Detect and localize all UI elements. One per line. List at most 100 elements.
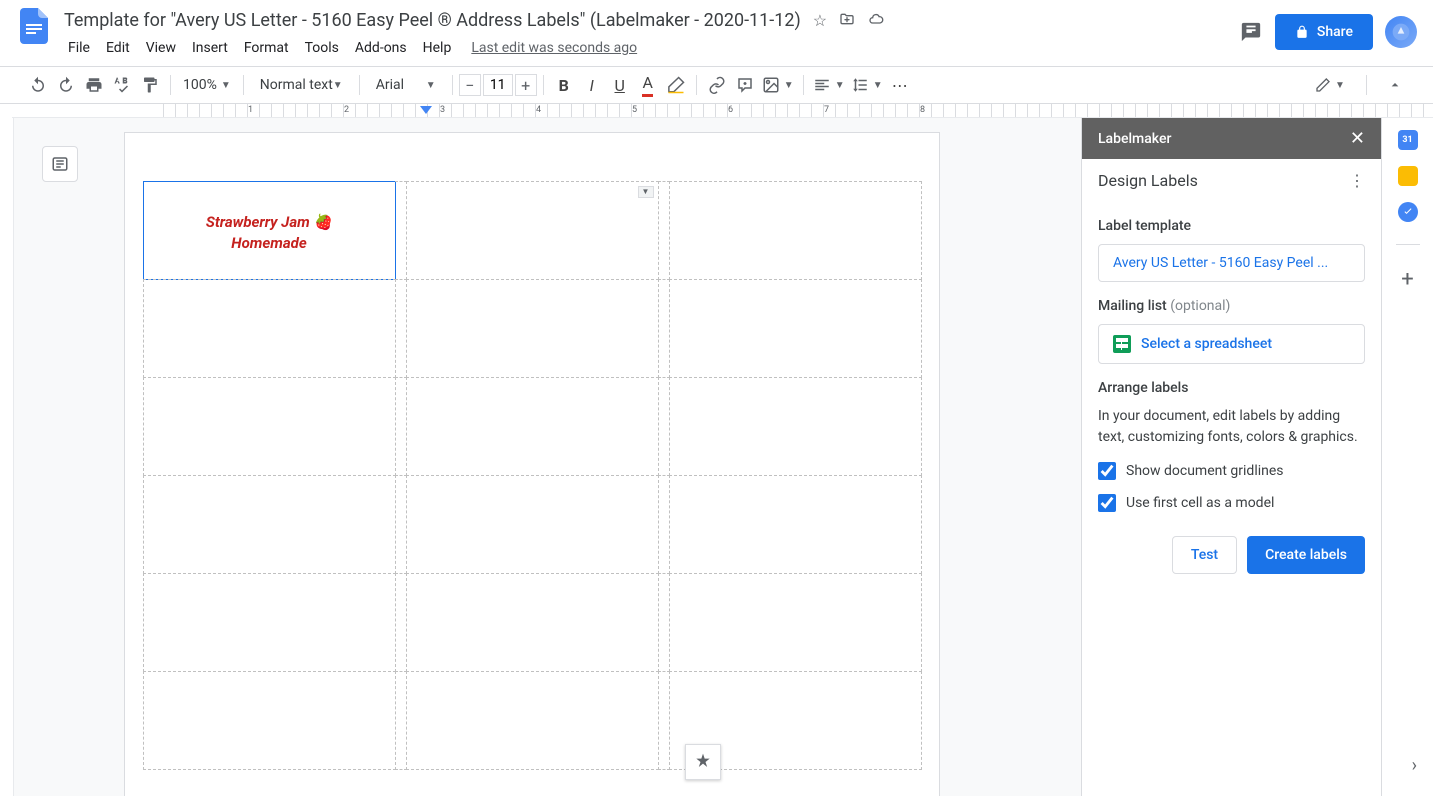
spellcheck-button[interactable]	[110, 73, 134, 97]
close-icon[interactable]: ✕	[1350, 128, 1365, 149]
label-cell[interactable]: ▼	[406, 181, 659, 280]
font-size-decrease[interactable]: −	[459, 74, 481, 96]
explore-button[interactable]	[685, 744, 721, 780]
menu-tools[interactable]: Tools	[297, 36, 347, 60]
label-text[interactable]: Strawberry Jam 🍓 Homemade	[144, 182, 395, 284]
italic-button[interactable]: I	[580, 73, 604, 97]
collapse-button[interactable]	[1383, 73, 1407, 97]
menu-addons[interactable]: Add-ons	[347, 36, 415, 60]
label-cell[interactable]	[669, 377, 922, 476]
tasks-icon[interactable]	[1398, 202, 1418, 222]
side-panel: 31 + ›	[1381, 118, 1433, 796]
label-cell[interactable]	[143, 573, 396, 672]
font-size-increase[interactable]: +	[515, 74, 537, 96]
paint-format-button[interactable]	[138, 73, 162, 97]
menu-edit[interactable]: Edit	[98, 36, 138, 60]
font-size-input[interactable]	[483, 74, 513, 96]
keep-icon[interactable]	[1398, 166, 1418, 186]
test-button[interactable]: Test	[1172, 536, 1237, 574]
label-cell[interactable]	[406, 279, 659, 378]
comment-button[interactable]	[733, 73, 757, 97]
template-section-label: Label template	[1098, 218, 1365, 234]
move-icon[interactable]	[839, 11, 855, 30]
menu-view[interactable]: View	[138, 36, 184, 60]
indent-marker-icon[interactable]	[420, 106, 432, 116]
menu-insert[interactable]: Insert	[184, 36, 236, 60]
editing-mode-button[interactable]: ▼	[1310, 73, 1350, 97]
line-spacing-button[interactable]: ▼	[850, 73, 884, 97]
first-cell-checkbox[interactable]	[1098, 494, 1116, 512]
image-button[interactable]: ▼	[761, 73, 795, 97]
share-label: Share	[1317, 24, 1353, 40]
label-cell[interactable]	[406, 671, 659, 770]
canvas[interactable]: Strawberry Jam 🍓 Homemade ▼	[14, 118, 1081, 796]
menu-file[interactable]: File	[60, 36, 98, 60]
link-button[interactable]	[705, 73, 729, 97]
horizontal-ruler[interactable]: 1 2 3 4 5 6 7 8	[12, 104, 1433, 118]
label-cell[interactable]	[143, 377, 396, 476]
label-cell[interactable]	[669, 573, 922, 672]
zoom-dropdown[interactable]: 100%▼	[177, 77, 237, 93]
more-button[interactable]: ⋯	[888, 73, 912, 97]
comments-icon[interactable]	[1239, 20, 1263, 44]
label-cell[interactable]	[669, 181, 922, 280]
undo-button[interactable]	[26, 73, 50, 97]
gridlines-label: Show document gridlines	[1126, 463, 1284, 479]
print-button[interactable]	[82, 73, 106, 97]
bold-button[interactable]: B	[552, 73, 576, 97]
labelmaker-sidebar: Labelmaker ✕ Design Labels ⋮ Label templ…	[1081, 118, 1381, 796]
document-page[interactable]: Strawberry Jam 🍓 Homemade ▼	[124, 132, 940, 796]
toolbar: 100%▼ Normal text▼ Arial▼ − + B I U A ▼ …	[0, 66, 1433, 104]
label-cell[interactable]	[406, 475, 659, 574]
main-area: Strawberry Jam 🍓 Homemade ▼	[0, 118, 1433, 796]
arrange-section-label: Arrange labels	[1098, 380, 1365, 396]
menu-bar: File Edit View Insert Format Tools Add-o…	[60, 34, 1239, 62]
document-title[interactable]: Template for "Avery US Letter - 5160 Eas…	[60, 8, 805, 33]
cell-dropdown-icon[interactable]: ▼	[638, 186, 654, 198]
text-color-button[interactable]: A	[636, 73, 660, 97]
mailing-section-label: Mailing list (optional)	[1098, 298, 1365, 314]
first-cell-label: Use first cell as a model	[1126, 495, 1274, 511]
sidebar-title: Labelmaker	[1098, 131, 1171, 147]
create-labels-button[interactable]: Create labels	[1247, 536, 1365, 574]
redo-button[interactable]	[54, 73, 78, 97]
label-cell[interactable]	[143, 475, 396, 574]
menu-format[interactable]: Format	[236, 36, 297, 60]
user-avatar[interactable]	[1385, 16, 1417, 48]
gridlines-checkbox-row[interactable]: Show document gridlines	[1098, 462, 1365, 480]
arrange-description: In your document, edit labels by adding …	[1098, 406, 1365, 448]
cloud-icon[interactable]	[867, 11, 885, 30]
app-header: Template for "Avery US Letter - 5160 Eas…	[0, 0, 1433, 62]
highlight-button[interactable]	[664, 73, 688, 97]
font-size-control: − +	[459, 74, 537, 96]
font-dropdown[interactable]: Arial▼	[366, 77, 446, 93]
calendar-icon[interactable]: 31	[1398, 130, 1418, 150]
label-cell-active[interactable]: Strawberry Jam 🍓 Homemade	[143, 181, 396, 280]
label-cell[interactable]	[143, 279, 396, 378]
label-cell[interactable]	[406, 377, 659, 476]
template-select-button[interactable]: Avery US Letter - 5160 Easy Peel ...	[1098, 244, 1365, 282]
label-cell[interactable]	[143, 671, 396, 770]
share-button[interactable]: Share	[1275, 14, 1373, 50]
gridlines-checkbox[interactable]	[1098, 462, 1116, 480]
align-button[interactable]: ▼	[812, 73, 846, 97]
sidebar-subtitle: Design Labels	[1098, 171, 1198, 190]
menu-help[interactable]: Help	[415, 36, 460, 60]
label-cell[interactable]	[406, 573, 659, 672]
first-cell-checkbox-row[interactable]: Use first cell as a model	[1098, 494, 1365, 512]
styles-dropdown[interactable]: Normal text▼	[250, 77, 353, 93]
label-cell[interactable]	[669, 475, 922, 574]
underline-button[interactable]: U	[608, 73, 632, 97]
more-icon[interactable]: ⋮	[1349, 171, 1365, 190]
last-edit-link[interactable]: Last edit was seconds ago	[471, 40, 637, 56]
star-icon[interactable]: ☆	[813, 11, 827, 30]
add-icon[interactable]: +	[1401, 267, 1413, 292]
outline-toggle[interactable]	[42, 146, 78, 182]
lock-icon	[1295, 25, 1309, 39]
vertical-ruler[interactable]	[0, 118, 14, 796]
select-spreadsheet-button[interactable]: Select a spreadsheet	[1098, 324, 1365, 364]
label-cell[interactable]	[669, 279, 922, 378]
expand-icon[interactable]: ›	[1412, 755, 1417, 776]
header-content: Template for "Avery US Letter - 5160 Eas…	[60, 8, 1239, 62]
docs-logo[interactable]	[16, 8, 52, 44]
